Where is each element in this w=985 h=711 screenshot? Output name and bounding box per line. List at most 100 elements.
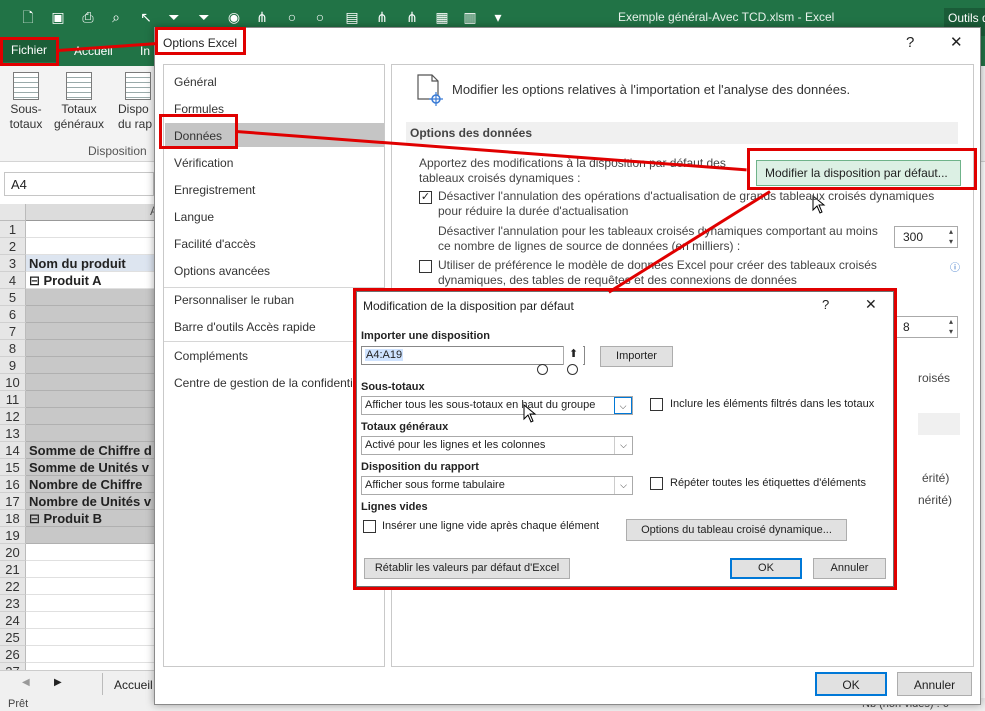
table-row[interactable]: 9 — [0, 357, 160, 374]
cell-a[interactable] — [26, 646, 160, 663]
cell-a[interactable] — [26, 544, 160, 561]
select-all-corner[interactable] — [0, 204, 26, 221]
org-chart-icon-2[interactable]: ⋔ — [374, 9, 390, 25]
form-icon[interactable]: ▤ — [344, 9, 360, 25]
nav-general[interactable]: Général — [165, 69, 384, 93]
scroll-left-icon[interactable]: ◀ — [22, 677, 30, 688]
cell-a[interactable] — [26, 357, 160, 374]
circle-icon[interactable]: ○ — [284, 9, 300, 25]
table-row[interactable]: 19 — [0, 527, 160, 544]
cell-a[interactable]: Somme de Chiffre d — [26, 442, 160, 459]
row-number[interactable]: 9 — [0, 357, 26, 374]
nav-verification[interactable]: Vérification — [165, 150, 384, 174]
table-row[interactable]: 17 Nombre de Unités v — [0, 493, 160, 510]
table-row[interactable]: 10 — [0, 374, 160, 391]
table-row[interactable]: 4 ⊟ Produit A — [0, 272, 160, 289]
cell-a[interactable]: Nombre de Chiffre — [26, 476, 160, 493]
nav-complements[interactable]: Compléments — [165, 343, 384, 367]
row-number[interactable]: 24 — [0, 612, 26, 629]
new-file-icon[interactable]: 🗋 — [20, 9, 36, 25]
row-number[interactable]: 20 — [0, 544, 26, 561]
cell-a[interactable] — [26, 238, 160, 255]
row-number[interactable]: 10 — [0, 374, 26, 391]
table-row[interactable]: 7 — [0, 323, 160, 340]
table-row[interactable]: 16 Nombre de Chiffre — [0, 476, 160, 493]
cell-a[interactable]: Nombre de Unités v — [26, 493, 160, 510]
table-row[interactable]: 15 Somme de Unités v — [0, 459, 160, 476]
nav-langue[interactable]: Langue — [165, 204, 384, 228]
table-row[interactable]: 2 — [0, 238, 160, 255]
cell-a[interactable] — [26, 289, 160, 306]
worksheet-grid[interactable]: A 123Nom du produit4⊟ Produit A567891011… — [0, 204, 160, 680]
table-row[interactable]: 3 Nom du produit — [0, 255, 160, 272]
row-number[interactable]: 21 — [0, 561, 26, 578]
table-row[interactable]: 11 — [0, 391, 160, 408]
column-header-a[interactable]: A — [26, 204, 160, 221]
partial-spinner[interactable]: 8 — [894, 316, 958, 338]
table-row[interactable]: 12 — [0, 408, 160, 425]
table-row[interactable]: 5 — [0, 289, 160, 306]
cell-a[interactable] — [26, 595, 160, 612]
table-row[interactable]: 18 ⊟ Produit B — [0, 510, 160, 527]
nav-centre-confidentialite[interactable]: Centre de gestion de la confidentia — [165, 370, 384, 394]
table-row[interactable]: 13 — [0, 425, 160, 442]
row-number[interactable]: 11 — [0, 391, 26, 408]
disposition-rapport-button[interactable]: Dispo du rap — [118, 72, 158, 132]
print-icon[interactable]: ⎙ — [80, 9, 96, 25]
cell-a[interactable] — [26, 629, 160, 646]
totaux-generaux-button[interactable]: Totaux généraux — [52, 72, 106, 132]
options-ok-button[interactable]: OK — [815, 672, 887, 696]
cell-a[interactable] — [26, 425, 160, 442]
row-number[interactable]: 3 — [0, 255, 26, 272]
filter-icon[interactable]: ⏷ — [166, 9, 182, 25]
cell-a[interactable] — [26, 527, 160, 544]
row-number[interactable]: 6 — [0, 306, 26, 323]
opt1-checkbox[interactable]: ✓ — [419, 191, 432, 204]
cell-a[interactable] — [26, 578, 160, 595]
cursor-icon[interactable]: ↖ — [138, 9, 154, 25]
table-row[interactable]: 23 — [0, 595, 160, 612]
nav-facilite-acces[interactable]: Facilité d'accès — [165, 231, 384, 255]
cell-a[interactable]: Nom du produit — [26, 255, 160, 272]
row-number[interactable]: 14 — [0, 442, 26, 459]
row-number[interactable]: 17 — [0, 493, 26, 510]
nav-options-avancees[interactable]: Options avancées — [165, 258, 384, 282]
filter-clear-icon[interactable]: ⏷ — [196, 9, 212, 25]
row-number[interactable]: 1 — [0, 221, 26, 238]
cell-a[interactable] — [26, 408, 160, 425]
table-row[interactable]: 8 — [0, 340, 160, 357]
close-icon[interactable]: ✕ — [950, 33, 963, 51]
opt3-checkbox[interactable] — [419, 260, 432, 273]
row-number[interactable]: 22 — [0, 578, 26, 595]
row-number[interactable]: 2 — [0, 238, 26, 255]
cell-a[interactable]: ⊟ Produit B — [26, 510, 160, 527]
table-row[interactable]: 1 — [0, 221, 160, 238]
row-number[interactable]: 15 — [0, 459, 26, 476]
row-number[interactable]: 7 — [0, 323, 26, 340]
nav-enregistrement[interactable]: Enregistrement — [165, 177, 384, 201]
nav-personnaliser-ruban[interactable]: Personnaliser le ruban — [165, 287, 384, 311]
circle-icon-2[interactable]: ○ — [312, 9, 328, 25]
cell-a[interactable] — [26, 612, 160, 629]
org-chart-icon-3[interactable]: ⋔ — [404, 9, 420, 25]
table-row[interactable]: 25 — [0, 629, 160, 646]
table-row[interactable]: 20 — [0, 544, 160, 561]
scroll-right-icon[interactable]: ▶ — [54, 677, 62, 688]
row-number[interactable]: 18 — [0, 510, 26, 527]
row-number[interactable]: 5 — [0, 289, 26, 306]
table-row[interactable]: 21 — [0, 561, 160, 578]
grid-icon[interactable]: ▦ — [434, 9, 450, 25]
table-icon[interactable]: ▥ — [462, 9, 478, 25]
row-number[interactable]: 16 — [0, 476, 26, 493]
record-icon[interactable]: ◉ — [226, 9, 242, 25]
row-number[interactable]: 4 — [0, 272, 26, 289]
opt2-spinner[interactable]: 300 — [894, 226, 958, 248]
row-number[interactable]: 26 — [0, 646, 26, 663]
cell-a[interactable] — [26, 340, 160, 357]
cell-a[interactable]: ⊟ Produit A — [26, 272, 160, 289]
table-row[interactable]: 14 Somme de Chiffre d — [0, 442, 160, 459]
table-row[interactable]: 6 — [0, 306, 160, 323]
row-number[interactable]: 8 — [0, 340, 26, 357]
cell-a[interactable] — [26, 561, 160, 578]
name-box[interactable]: A4 — [4, 172, 154, 196]
